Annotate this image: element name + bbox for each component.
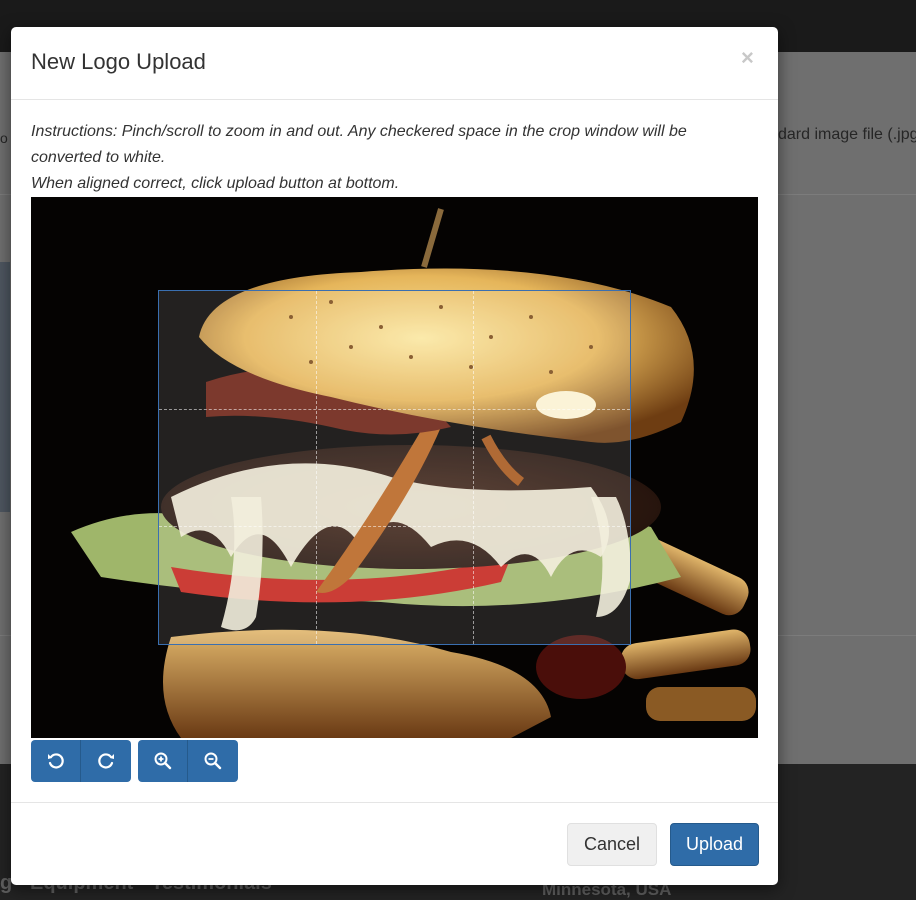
zoom-out-icon: [204, 752, 222, 770]
modal-title: New Logo Upload: [31, 49, 206, 74]
zoom-in-icon: [154, 752, 171, 770]
instructions: Instructions: Pinch/scroll to zoom in an…: [31, 119, 761, 197]
rotate-left-icon: [47, 753, 64, 769]
background-photo-strip: [0, 262, 10, 512]
crop-guide-line: [159, 408, 630, 410]
zoom-in-button[interactable]: [138, 740, 188, 782]
crop-guide-line: [472, 291, 474, 644]
crop-canvas[interactable]: [31, 197, 758, 738]
modal-header: New Logo Upload ×: [11, 27, 778, 100]
rotate-left-button[interactable]: [31, 740, 81, 782]
zoom-button-group: [138, 740, 238, 782]
close-icon[interactable]: ×: [741, 47, 754, 69]
instructions-line-1: Instructions: Pinch/scroll to zoom in an…: [31, 123, 687, 166]
cancel-button[interactable]: Cancel: [567, 823, 657, 866]
logo-upload-modal: New Logo Upload × Instructions: Pinch/sc…: [11, 27, 778, 885]
zoom-out-button[interactable]: [188, 740, 238, 782]
crop-guide-line: [159, 526, 630, 528]
modal-footer: Cancel Upload: [11, 802, 778, 885]
upload-button[interactable]: Upload: [670, 823, 759, 866]
crop-selection-box[interactable]: [158, 290, 631, 645]
background-left-text: o: [0, 130, 8, 146]
instructions-line-2: When aligned correct, click upload butto…: [31, 175, 400, 192]
rotate-right-button[interactable]: [81, 740, 131, 782]
crop-guide-line: [315, 291, 317, 644]
rotate-right-icon: [98, 753, 114, 769]
rotate-button-group: [31, 740, 131, 782]
background-file-hint: dard image file (.jpg: [778, 126, 916, 143]
